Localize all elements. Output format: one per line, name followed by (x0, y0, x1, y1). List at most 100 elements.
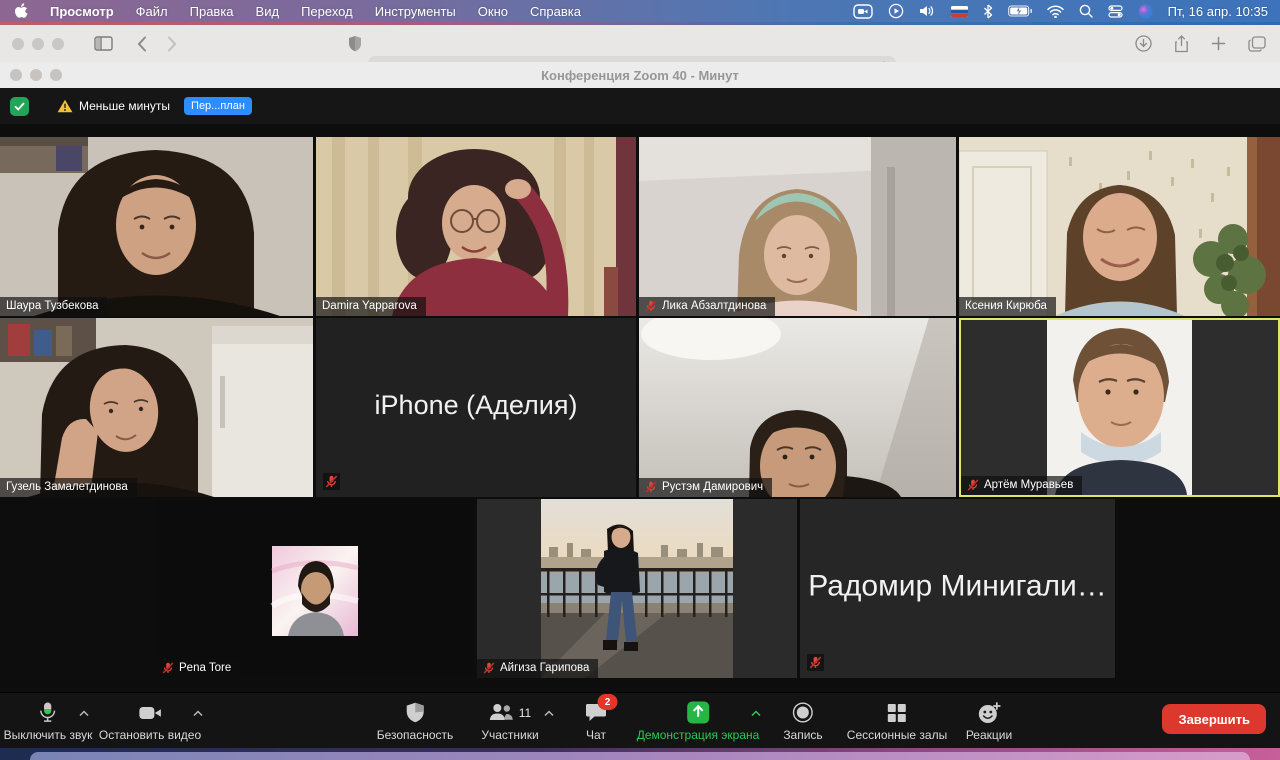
spotlight-search-icon[interactable] (1079, 4, 1093, 18)
participant-name: Рустэм Дамирович (662, 481, 763, 493)
microphone-icon (38, 701, 58, 724)
stop-video-button[interactable]: Остановить видео (93, 700, 207, 743)
video-tile[interactable]: Рустэм Дамирович (639, 318, 956, 497)
security-shield-icon (405, 701, 424, 724)
bluetooth-icon[interactable] (983, 4, 993, 19)
record-icon (793, 701, 814, 724)
menu-window[interactable]: Окно (478, 4, 508, 19)
video-tile[interactable]: Damira Yapparova (316, 137, 636, 316)
media-play-icon[interactable] (888, 3, 904, 19)
privacy-shield-icon[interactable] (348, 35, 362, 52)
participant-display-name: iPhone (Аделия) (316, 390, 636, 421)
video-tile[interactable]: Айгиза Гарипова (477, 499, 797, 678)
participant-name-tag: Артём Муравьев (961, 476, 1082, 495)
participant-display-name: Радомир Минигали… (800, 569, 1115, 603)
menu-app-name[interactable]: Просмотр (50, 4, 114, 19)
participant-name-tag: Damira Yapparova (316, 297, 426, 316)
share-icon[interactable] (1174, 35, 1189, 53)
zoom-window-title: Конференция Zoom 40 - Минут (0, 68, 1280, 83)
zoom-maximize-button[interactable] (50, 69, 62, 81)
battery-icon[interactable] (1008, 5, 1032, 17)
zoom-window-button[interactable] (52, 38, 64, 50)
siri-icon[interactable] (1138, 4, 1153, 19)
video-tile[interactable]: iPhone (Аделия) (316, 318, 636, 497)
downloads-icon[interactable] (1135, 35, 1152, 52)
background-window-edge (30, 752, 1250, 760)
flag-ru-icon[interactable] (951, 6, 968, 17)
video-feed (959, 137, 1280, 316)
video-feed (0, 318, 313, 497)
minimize-window-button[interactable] (32, 38, 44, 50)
participant-name: Артём Муравьев (984, 479, 1073, 491)
video-tile[interactable]: Ксения Кирюба (959, 137, 1280, 316)
upgrade-plan-button[interactable]: Пер...план (184, 97, 252, 115)
muted-mic-icon (807, 654, 824, 671)
video-tile[interactable]: Гузель Замалетдинова (0, 318, 313, 497)
mute-options-caret[interactable] (77, 708, 92, 719)
video-options-caret[interactable] (191, 708, 206, 719)
chat-button[interactable]: 2 Чат (580, 700, 613, 743)
muted-mic-icon (323, 473, 340, 490)
profile-photo (477, 499, 797, 678)
volume-icon[interactable] (919, 4, 936, 18)
participant-name: Ксения Кирюба (965, 300, 1047, 312)
warning-icon (57, 99, 73, 113)
forward-icon[interactable] (167, 36, 177, 52)
video-tile[interactable]: Pena Tore (156, 499, 474, 678)
time-warning-text: Меньше минуты (79, 99, 170, 113)
video-feed (961, 320, 1278, 495)
video-feed (639, 318, 956, 497)
muted-mic-icon (645, 300, 657, 312)
participant-name-tag: Лика Абзалтдинова (639, 297, 775, 316)
new-tab-icon[interactable] (1211, 36, 1226, 51)
meeting-top-bar: Меньше минуты Пер...план Вид (0, 88, 1280, 124)
participant-name-tag: Айгиза Гарипова (477, 659, 598, 678)
end-meeting-button[interactable]: Завершить (1162, 704, 1266, 734)
zoom-close-button[interactable] (10, 69, 22, 81)
participants-button[interactable]: 11 Участники (475, 700, 544, 743)
menu-go[interactable]: Переход (301, 4, 353, 19)
record-button[interactable]: Запись (777, 700, 828, 743)
menu-edit[interactable]: Правка (190, 4, 234, 19)
share-options-caret[interactable] (749, 708, 764, 719)
video-tile[interactable]: Радомир Минигали… (800, 499, 1115, 678)
participants-options-caret[interactable] (542, 708, 557, 719)
meeting-controls-bar: Выключить звук Остановить видео Безопасн… (0, 692, 1280, 749)
video-tile-active-speaker[interactable]: Артём Муравьев (959, 318, 1280, 497)
participant-name-tag: Гузель Замалетдинова (0, 478, 137, 497)
macos-menu-bar: Просмотр Файл Правка Вид Переход Инструм… (0, 0, 1280, 22)
video-tile[interactable]: Лика Абзалтдинова (639, 137, 956, 316)
menu-view[interactable]: Вид (256, 4, 280, 19)
participants-count: 11 (519, 706, 531, 720)
menu-clock[interactable]: Пт, 16 апр. 10:35 (1168, 4, 1268, 19)
back-icon[interactable] (137, 36, 147, 52)
desktop-wallpaper-strip (0, 748, 1280, 760)
reactions-button[interactable]: Реакции (960, 700, 1018, 743)
zoom-minimize-button[interactable] (30, 69, 42, 81)
breakout-rooms-button[interactable]: Сессионные залы (841, 700, 953, 743)
chat-unread-badge: 2 (598, 694, 618, 710)
menu-file[interactable]: Файл (136, 4, 168, 19)
control-center-icon[interactable] (1108, 5, 1123, 18)
menu-help[interactable]: Справка (530, 4, 581, 19)
participant-name: Шаура Тузбекова (6, 300, 98, 312)
tab-overview-icon[interactable] (1248, 36, 1266, 52)
close-window-button[interactable] (12, 38, 24, 50)
menu-tools[interactable]: Инструменты (375, 4, 456, 19)
share-screen-button[interactable]: Демонстрация экрана (631, 700, 766, 743)
security-button[interactable]: Безопасность (371, 700, 460, 743)
participant-name: Айгиза Гарипова (500, 662, 589, 674)
wifi-icon[interactable] (1047, 5, 1064, 18)
participant-name-tag: Ксения Кирюба (959, 297, 1056, 316)
muted-mic-icon (645, 481, 657, 493)
video-feed (639, 137, 956, 316)
breakout-rooms-icon (887, 701, 907, 724)
sidebar-icon[interactable] (94, 36, 113, 51)
share-screen-icon (687, 701, 710, 724)
mute-button[interactable]: Выключить звук (0, 700, 98, 743)
video-feed (316, 137, 636, 316)
apple-icon[interactable] (14, 3, 28, 19)
encryption-shield-icon[interactable] (10, 97, 29, 116)
screen-record-icon[interactable] (853, 4, 873, 19)
video-tile[interactable]: Шаура Тузбекова (0, 137, 313, 316)
